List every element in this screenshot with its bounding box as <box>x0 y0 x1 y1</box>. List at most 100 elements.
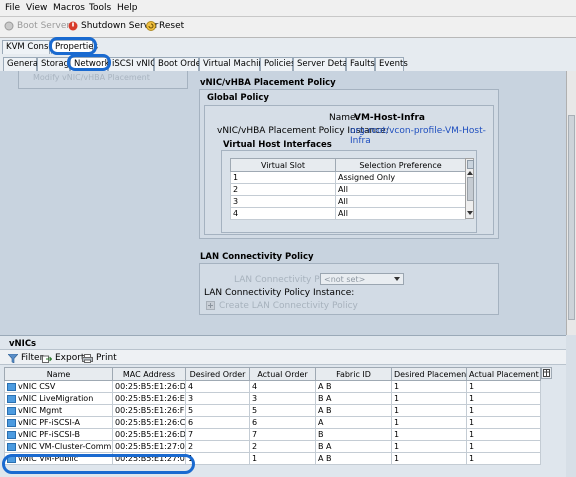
lan-connectivity-title: LAN Connectivity Policy <box>200 252 314 262</box>
column-header-mac-address[interactable]: MAC Address <box>112 367 186 381</box>
vnic-name: vNIC PF-iSCSI-A <box>18 418 81 427</box>
chevron-down-icon <box>394 277 400 281</box>
table-row[interactable]: 3 All <box>230 195 466 208</box>
fabric-id-cell: B A <box>315 440 392 453</box>
reset-label: Reset <box>159 21 185 31</box>
column-header-actual-order[interactable]: Actual Order <box>249 367 316 381</box>
table-row[interactable]: 1 Assigned Only <box>230 171 466 184</box>
toolbar: Boot Server Shutdown Server Reset <box>0 17 576 38</box>
table-settings-icon[interactable] <box>467 160 474 169</box>
actual-order-cell: 6 <box>249 416 316 429</box>
lan-policy-select[interactable]: <not set> <box>320 273 404 285</box>
boot-server-button[interactable]: Boot Server <box>4 21 70 31</box>
desired-order-cell: 3 <box>185 392 250 405</box>
menu-file[interactable]: File <box>5 3 20 13</box>
mac-address-cell: 00:25:B5:E1:26:C7 <box>112 416 186 429</box>
column-header-virtual-slot[interactable]: Virtual Slot <box>230 158 336 172</box>
desired-placement-cell: 1 <box>391 452 467 465</box>
tab-general[interactable]: General <box>3 57 41 71</box>
table-row[interactable]: vNIC VM-Cluster-Comm 00:25:B5:E1:27:08 2… <box>4 440 541 453</box>
column-header-desired-order[interactable]: Desired Order <box>185 367 250 381</box>
selection-preference-cell: Assigned Only <box>335 171 466 184</box>
modify-placement-link[interactable]: Modify vNIC/vHBA Placement <box>33 73 150 82</box>
tab-storage[interactable]: Storage <box>37 57 74 71</box>
tab-virtual-machines[interactable]: Virtual Machines <box>199 57 274 71</box>
vnic-name: vNIC PF-iSCSI-B <box>18 430 80 439</box>
menu-macros[interactable]: Macros <box>53 3 85 13</box>
table-row[interactable]: 4 All <box>230 207 466 220</box>
desired-order-cell: 5 <box>185 404 250 417</box>
table-row[interactable]: vNIC PF-iSCSI-B 00:25:B5:E1:26:D7 7 7 B … <box>4 428 541 441</box>
vnic-name: vNIC LiveMigration <box>18 394 94 403</box>
export-label: Export <box>55 353 85 363</box>
tab-boot-order[interactable]: Boot Order <box>154 57 204 71</box>
menu-bar: File View Macros Tools Help <box>0 0 576 17</box>
column-settings-icon[interactable] <box>541 367 552 379</box>
reset-button[interactable]: Reset <box>146 21 184 31</box>
tab-faults[interactable]: Faults <box>346 57 375 71</box>
create-policy-icon <box>206 301 215 310</box>
vhi-table-scrollbar[interactable] <box>465 158 474 219</box>
desired-placement-cell: 1 <box>391 392 467 405</box>
actual-order-cell: 5 <box>249 404 316 417</box>
table-row[interactable]: 2 All <box>230 183 466 196</box>
selection-preference-cell: All <box>335 183 466 196</box>
selection-preference-cell: All <box>335 207 466 220</box>
vnics-table: Name MAC Address Desired Order Actual Or… <box>4 367 541 465</box>
menu-help[interactable]: Help <box>117 3 138 13</box>
actual-order-cell: 3 <box>249 392 316 405</box>
reset-icon <box>146 21 156 31</box>
virtual-slot-cell: 1 <box>230 171 336 184</box>
filter-button[interactable]: Filter <box>8 353 43 363</box>
fabric-id-cell: A <box>315 416 392 429</box>
network-highlight-ring <box>67 54 111 71</box>
placement-instance-link[interactable]: org-root/vcon-profile-VM-Host-Infra <box>350 126 493 146</box>
actual-order-cell: 7 <box>249 428 316 441</box>
desired-placement-cell: 1 <box>391 416 467 429</box>
mac-address-cell: 00:25:B5:E1:26:E7 <box>112 392 186 405</box>
lan-policy-select-value: <not set> <box>324 275 366 284</box>
global-policy-panel: Name: VM-Host-Infra vNIC/vHBA Placement … <box>204 105 494 235</box>
actual-placement-cell: 1 <box>466 416 541 429</box>
column-header-selection-preference[interactable]: Selection Preference <box>335 158 466 172</box>
table-row[interactable]: vNIC PF-iSCSI-A 00:25:B5:E1:26:C7 6 6 A … <box>4 416 541 429</box>
column-header-fabric-id[interactable]: Fabric ID <box>315 367 392 381</box>
boot-server-label: Boot Server <box>17 21 71 31</box>
actual-placement-cell: 1 <box>466 380 541 393</box>
content-scroll-thumb[interactable] <box>568 115 575 320</box>
table-row[interactable]: vNIC CSV 00:25:B5:E1:26:D6 4 4 A B 1 1 <box>4 380 541 393</box>
tab-events[interactable]: Events <box>375 57 408 71</box>
export-button[interactable]: Export <box>42 353 84 363</box>
tab-kvm-console[interactable]: KVM Console <box>2 40 61 54</box>
column-header-name[interactable]: Name <box>4 367 113 381</box>
actual-order-cell: 2 <box>249 440 316 453</box>
tab-server-details[interactable]: Server Details <box>293 57 357 71</box>
vnic-icon <box>7 442 16 451</box>
menu-view[interactable]: View <box>26 3 47 13</box>
tab-iscsi-vnics[interactable]: iSCSI vNICs <box>108 57 161 71</box>
scroll-up-arrow-icon[interactable] <box>467 171 473 175</box>
table-row[interactable]: vNIC Mgmt 00:25:B5:E1:26:F6 5 5 A B 1 1 <box>4 404 541 417</box>
menu-tools[interactable]: Tools <box>89 3 111 13</box>
desired-order-cell: 4 <box>185 380 250 393</box>
vnic-icon <box>7 418 16 427</box>
shutdown-server-button[interactable]: Shutdown Server <box>68 21 158 31</box>
vnic-name-cell: vNIC LiveMigration <box>4 392 113 405</box>
table-row[interactable]: vNIC LiveMigration 00:25:B5:E1:26:E7 3 3… <box>4 392 541 405</box>
print-button[interactable]: Print <box>82 353 117 363</box>
create-lan-connectivity-link[interactable]: Create LAN Connectivity Policy <box>219 301 358 311</box>
vhi-scroll-thumb[interactable] <box>467 177 474 201</box>
name-value: VM-Host-Infra <box>354 113 425 123</box>
scroll-down-arrow-icon[interactable] <box>467 211 473 215</box>
print-icon <box>82 353 93 363</box>
virtual-slot-cell: 3 <box>230 195 336 208</box>
column-header-desired-placement[interactable]: Desired Placement <box>391 367 467 381</box>
column-header-actual-placement[interactable]: Actual Placement <box>466 367 541 381</box>
mac-address-cell: 00:25:B5:E1:26:F6 <box>112 404 186 417</box>
vnic-name-cell: vNIC CSV <box>4 380 113 393</box>
virtual-host-interfaces-title: Virtual Host Interfaces <box>223 140 332 150</box>
placement-left-box: Modify vNIC/vHBA Placement <box>18 71 188 89</box>
tab-policies[interactable]: Policies <box>260 57 295 71</box>
content-vertical-scrollbar[interactable] <box>566 71 576 335</box>
vnic-name: vNIC Mgmt <box>18 406 63 415</box>
